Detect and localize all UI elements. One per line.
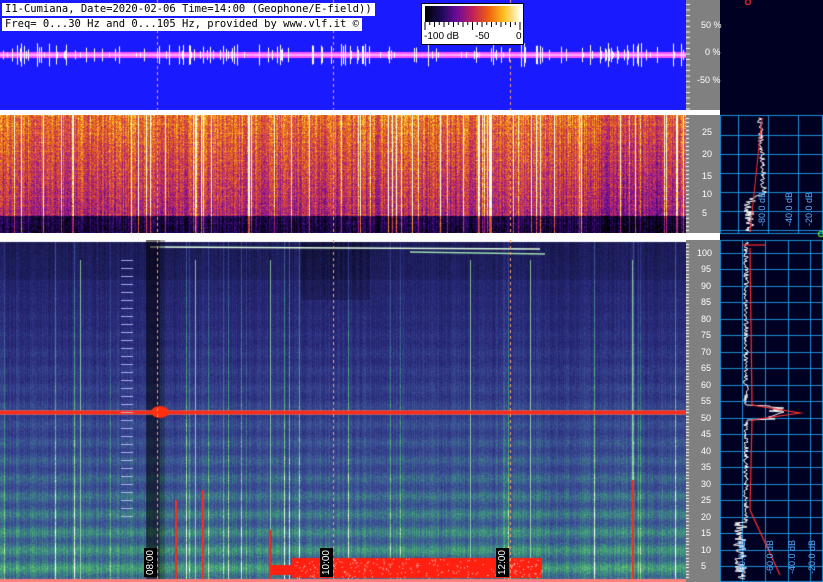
profile-lower-label-60: -60.0 dB [765,540,775,575]
efield-panel [0,0,686,110]
profile-lower-label-40: -40.0 dB [787,540,797,575]
efield-tick-0: 0 % [705,47,721,57]
low-freq-tick: 5 [702,208,708,218]
high-freq-tick: 25 [701,495,712,506]
efield-tick-minus50: -50 % [697,75,721,85]
time-marker-1200: 12:00 [496,548,509,578]
low-freq-tick: 20 [702,149,713,159]
profile-upper-label-20: -20.0 dB [804,192,814,227]
high-freq-tick: 100 [697,248,713,258]
time-marker-0800: 08:00 [144,548,157,578]
high-freq-tick: 45 [701,429,712,440]
colorbar-label-mid: -50 [475,31,490,42]
high-freq-tick: 5 [701,561,707,571]
low-frequency-spectrogram [0,115,686,233]
vlf-spectrogram-viewer: I1-Cumiana, Date=2020-02-06 Time=14:00 (… [0,0,823,582]
high-freq-tick: 65 [701,363,712,374]
low-freq-tick: 25 [702,127,713,137]
profile-upper-label-40: -40.0 dB [784,192,794,227]
profile-upper-label-80: -80.0 dB [757,192,767,227]
high-freq-tick: 75 [701,330,712,341]
colorbar: -100 dB -50 0 [421,3,524,45]
high-frequency-spectrogram [0,240,686,582]
high-freq-tick: 20 [701,511,712,522]
low-freq-tick: 15 [702,171,713,181]
spectrum-profile-panel [720,0,823,582]
high-freq-tick: 80 [701,313,712,324]
colorbar-label-min: -100 dB [424,31,460,42]
high-freq-tick: 90 [701,280,712,291]
efield-tick-50: 50 % [701,20,722,30]
high-freq-tick: 50 [701,412,712,423]
high-freq-tick: 35 [701,462,712,473]
station-info-line: I1-Cumiana, Date=2020-02-06 Time=14:00 (… [2,3,375,16]
high-freq-tick: 10 [701,544,712,555]
frequency-info-line: Freq= 0...30 Hz and 0...105 Hz, provided… [2,18,363,31]
profile-lower-label-20: -20.0 dB [807,540,817,575]
high-freq-tick: 40 [701,445,712,456]
high-freq-tick: 95 [701,264,712,275]
high-freq-tick: 55 [701,396,712,407]
high-freq-tick: 85 [701,297,712,308]
profile-lower-label-80: -80.0 dB [737,540,747,575]
time-marker-1000: 10:00 [320,548,333,578]
low-freq-tick: 10 [702,189,713,199]
colorbar-gradient [425,6,520,22]
high-freq-tick: 60 [701,379,712,390]
high-freq-tick: 30 [701,478,712,489]
colorbar-label-max: 0 [516,31,522,42]
high-freq-tick: 15 [701,528,712,539]
high-freq-tick: 70 [701,346,712,357]
